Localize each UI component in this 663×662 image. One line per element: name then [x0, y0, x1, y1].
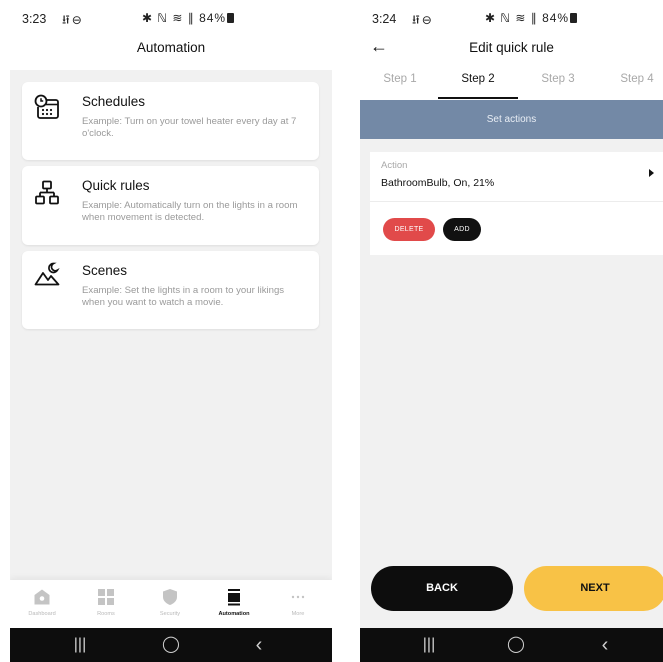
header-area: 3:23 ⭿⊖ ✱ ℕ ≋ ∥ 84% Automation [10, 0, 332, 70]
actions-panel: Action BathroomBulb, On, 21% DELETE ADD [370, 152, 663, 255]
battery-percent: 84% [199, 11, 227, 25]
page-title: Automation [136, 40, 206, 55]
tab-step-2[interactable]: Step 2 [443, 73, 513, 85]
home-icon [34, 589, 50, 605]
edit-quick-rule-screen: 3:24 ⭿⊖ ✱ ℕ ≋ ∥ 84% ← Edit quick rule St… [360, 0, 663, 662]
action-value: BathroomBulb, On, 21% [381, 177, 495, 189]
automation-screen: 3:23 ⭿⊖ ✱ ℕ ≋ ∥ 84% Automation Schedules… [10, 0, 332, 662]
nav-automation[interactable]: Automation [202, 580, 266, 628]
status-time: 3:24 [372, 12, 397, 26]
scenes-card[interactable]: Scenes Example: Set the lights in a room… [22, 251, 319, 329]
card-title: Quick rules [82, 178, 150, 193]
automation-icon [228, 589, 240, 606]
back-button[interactable]: ‹ [585, 628, 625, 662]
header-area: 3:24 ⭿⊖ ✱ ℕ ≋ ∥ 84% ← Edit quick rule St… [360, 0, 663, 100]
battery-icon [570, 13, 578, 23]
nav-label: More [291, 611, 305, 617]
back-button[interactable]: ‹ [239, 628, 279, 662]
status-left-icons: ⭿⊖ [412, 13, 434, 27]
nav-label: Security [159, 611, 181, 617]
nav-dashboard[interactable]: Dashboard [10, 580, 74, 628]
nav-label: Dashboard [28, 611, 56, 617]
section-banner: Set actions [360, 100, 663, 139]
card-title: Schedules [82, 94, 146, 109]
nav-security[interactable]: Security [138, 580, 202, 628]
nav-rooms[interactable]: Rooms [74, 580, 138, 628]
home-button[interactable]: ◯ [151, 628, 191, 662]
card-description: Example: Automatically turn on the light… [82, 200, 298, 223]
grid-icon [98, 589, 114, 605]
schedules-card[interactable]: Schedules Example: Turn on your towel he… [22, 82, 319, 160]
bottom-navigation: Dashboard Rooms Security Automation More [10, 580, 332, 628]
action-label: Action [381, 160, 408, 171]
nav-label: Rooms [97, 611, 115, 617]
caret-right-icon [649, 169, 654, 177]
nav-more[interactable]: More [266, 580, 330, 628]
action-row[interactable]: Action BathroomBulb, On, 21% [370, 152, 663, 202]
step-tabs: Step 1 Step 2 Step 3 Step 4 [360, 66, 663, 100]
moon-mountain-icon [34, 262, 60, 286]
status-right-icons: ✱ ℕ ≋ ∥ 84% [142, 11, 235, 25]
more-dots-icon [291, 595, 305, 599]
nav-label: Automation [218, 611, 250, 617]
status-left-icons: ⭿⊖ [62, 13, 84, 27]
schedule-calendar-icon [34, 94, 59, 119]
status-right-icons: ✱ ℕ ≋ ∥ 84% [485, 11, 578, 25]
recent-apps-button[interactable]: ||| [409, 628, 449, 662]
active-tab-indicator [438, 97, 518, 99]
shield-icon [163, 589, 177, 605]
status-bar: 3:24 ⭿⊖ ✱ ℕ ≋ ∥ 84% [360, 0, 663, 36]
system-navigation-bar: ||| ◯ ‹ [10, 628, 332, 662]
battery-percent: 84% [542, 11, 570, 25]
page-title: Edit quick rule [469, 40, 554, 55]
tab-step-3[interactable]: Step 3 [523, 73, 593, 85]
tab-step-4[interactable]: Step 4 [602, 73, 663, 85]
home-button[interactable]: ◯ [496, 628, 536, 662]
status-bar: 3:23 ⭿⊖ ✱ ℕ ≋ ∥ 84% [10, 0, 332, 36]
system-navigation-bar: ||| ◯ ‹ [360, 628, 663, 662]
quick-rules-card[interactable]: Quick rules Example: Automatically turn … [22, 166, 319, 245]
card-description: Example: Set the lights in a room to you… [82, 285, 285, 308]
card-title: Scenes [82, 263, 128, 278]
card-description: Example: Turn on your towel heater every… [82, 116, 297, 139]
tab-step-1[interactable]: Step 1 [365, 73, 435, 85]
status-time: 3:23 [22, 12, 47, 26]
recent-apps-button[interactable]: ||| [60, 628, 100, 662]
battery-icon [227, 13, 235, 23]
next-step-button[interactable]: NEXT [524, 566, 663, 611]
add-button[interactable]: ADD [443, 218, 481, 241]
back-step-button[interactable]: BACK [371, 566, 513, 611]
flow-diagram-icon [35, 180, 59, 205]
delete-button[interactable]: DELETE [383, 218, 435, 241]
